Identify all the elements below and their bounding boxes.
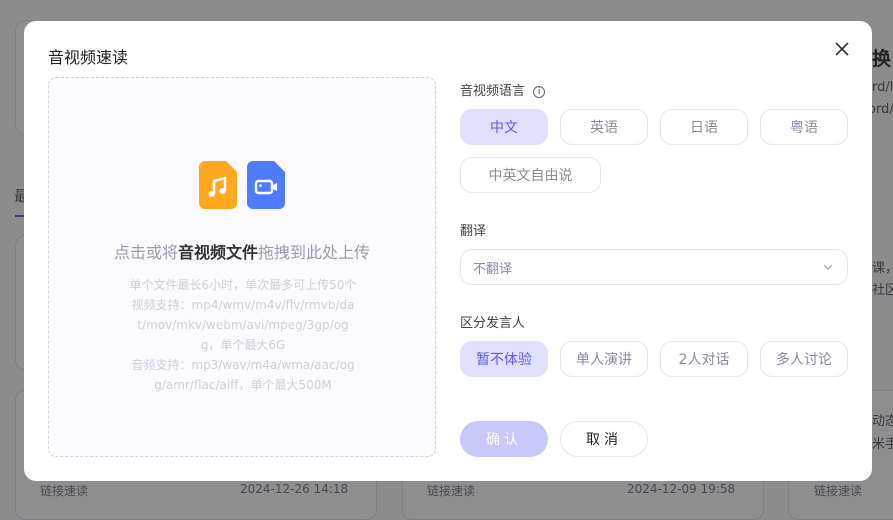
chevron-down-icon [823,264,833,270]
background-text: 社区 [872,283,893,298]
translate-select[interactable]: 不翻译 [460,249,848,285]
language-label: 音视频语言 i [460,80,546,99]
background-text: 换 [872,48,892,70]
hint-line: 单个文件最长6小时，单次最多可上传50个 [129,278,357,292]
background-text: rd/l [872,80,893,95]
speaker-option-two[interactable]: 2人对话 [660,341,748,377]
speaker-option-single[interactable]: 单人演讲 [560,341,648,377]
video-file-icon [247,161,285,209]
speaker-option-skip[interactable]: 暂不体验 [460,341,548,377]
card-time: 2024-12-09 19:58 [627,482,736,496]
upload-instruction: 点击或将音视频文件拖拽到此处上传 [49,239,435,263]
speaker-option-multi[interactable]: 多人讨论 [760,341,848,377]
translate-value: 不翻译 [473,261,513,277]
dialog-title: 音视频速读 [48,48,129,67]
upload-text-bold: 音视频文件 [177,243,258,262]
upload-dropzone[interactable]: 点击或将音视频文件拖拽到此处上传 单个文件最长6小时，单次最多可上传50个 视频… [48,77,436,457]
language-option-cantonese[interactable]: 粤语 [760,109,848,145]
upload-hint: 单个文件最长6小时，单次最多可上传50个 视频支持：mp4/wmv/m4v/fl… [129,275,357,395]
language-option-mixed[interactable]: 中英文自由说 [460,157,601,193]
card-type: 链接速读 [40,484,89,498]
hint-line: 音频支持：mp3/wav/m4a/wma/aac/ogg/amr/flac/ai… [131,358,355,392]
hint-line: 视频支持：mp4/wmv/m4v/flv/rmvb/dat/mov/mkv/we… [131,298,355,352]
info-icon[interactable]: i [533,86,546,98]
audio-file-icon [199,161,237,209]
language-option-english[interactable]: 英语 [560,109,648,145]
background-text: 动态 [872,414,893,429]
card-time: 2024-12-26 14:18 [240,482,349,496]
card-type: 链接速读 [427,484,476,498]
background-text: 米手 [872,437,893,452]
upload-text-before: 点击或将 [113,243,178,262]
cancel-button[interactable]: 取消 [560,421,648,457]
close-icon[interactable] [832,39,852,59]
audio-video-dialog: 音视频速读 点击或将音视频文件拖拽到此处上传 单个文件最长6小时，单次最多可上传… [24,21,872,481]
upload-text-after: 拖拽到此处上传 [258,243,371,262]
language-label-text: 音视频语言 [460,84,526,99]
language-option-chinese[interactable]: 中文 [460,109,548,145]
background-text: 课， [872,261,893,276]
language-option-japanese[interactable]: 日语 [660,109,748,145]
card-type: 链接速读 [814,484,863,498]
speaker-label: 区分发言人 [460,316,526,331]
translate-label: 翻译 [460,224,487,239]
confirm-button[interactable]: 确认 [460,421,548,457]
